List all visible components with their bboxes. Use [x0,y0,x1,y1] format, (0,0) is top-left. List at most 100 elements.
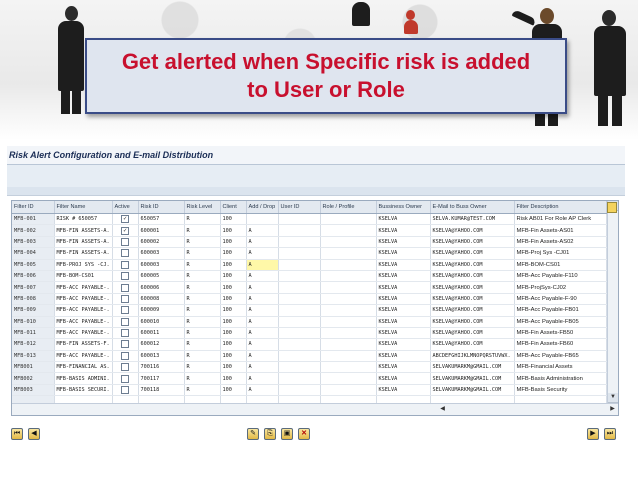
scroll-right-icon[interactable]: ▶ [608,405,617,414]
role-cell[interactable] [320,281,377,294]
role-cell[interactable] [320,384,377,397]
user-id-cell[interactable] [278,350,321,363]
filter-name-cell[interactable]: MFB-ACC PAYABLE-. [54,293,113,306]
role-cell[interactable] [320,293,377,306]
filter-name-cell[interactable]: MFB-ACC PAYABLE-. [54,327,113,340]
table-row[interactable]: MFB-011 MFB-ACC PAYABLE-. 600011 R 100 A KSELV… [12,327,607,340]
active-checkbox[interactable] [121,272,129,281]
risk-level-cell[interactable]: R [184,316,221,328]
client-cell[interactable]: 100 [220,361,247,374]
edit-button[interactable]: ✎ [247,428,259,440]
owner-cell[interactable]: KSELVA [376,372,431,385]
desc-cell[interactable]: MFB-Acc Payable-F-90 [514,293,607,306]
user-id-cell[interactable] [278,316,321,328]
risk-id-cell[interactable]: 600012 [138,338,185,351]
column-header[interactable]: Bussiness Owner [376,201,431,214]
filter-name-cell[interactable]: MFB-FINANCIAL AS. [54,361,113,374]
role-cell[interactable] [320,224,377,237]
vertical-scrollbar[interactable]: ▲ ▼ [607,201,618,403]
active-checkbox[interactable] [121,317,129,326]
active-cell[interactable] [112,361,139,374]
active-cell[interactable] [112,327,139,340]
add-drop-cell[interactable]: A [246,350,279,363]
add-drop-cell[interactable]: A [246,224,279,237]
add-drop-cell[interactable]: A [246,247,279,260]
risk-id-cell[interactable]: 700116 [138,361,185,374]
desc-cell[interactable]: MFB-Fin Assets-AS02 [514,236,607,249]
owner-cell[interactable]: KSELVA [376,304,431,317]
next-page-button[interactable]: ▶ [587,428,599,440]
desc-cell[interactable]: MFB-Acc Payable-FB05 [514,316,607,328]
active-cell[interactable] [112,384,139,397]
role-cell[interactable] [320,316,377,328]
add-drop-cell[interactable]: A [246,384,279,397]
add-drop-cell[interactable]: A [246,236,279,249]
email-cell[interactable]: KSELVA@YAHOO.COM [430,259,515,271]
user-id-cell[interactable] [278,281,321,294]
client-cell[interactable]: 100 [220,350,247,363]
role-cell[interactable] [320,259,377,271]
add-drop-cell[interactable]: A [246,304,279,317]
filter-id-cell[interactable]: MFB-002 [12,224,55,237]
copy-button[interactable]: ⎘ [264,428,276,440]
table-row[interactable]: MFB003 MFB-BASIS SECURI. 700118 R 100 A KSELVA… [12,384,607,397]
client-cell[interactable]: 100 [220,259,247,271]
client-cell[interactable]: 100 [220,316,247,328]
table-row[interactable]: MFB-003 MFB-FIN ASSETS-A. 600002 R 100 A KSELV… [12,236,607,249]
risk-level-cell[interactable]: R [184,350,221,363]
email-cell[interactable]: KSELVA@YAHOO.COM [430,316,515,328]
filter-id-cell[interactable]: MFB-001 [12,213,55,226]
active-cell[interactable]: ✓ [112,224,139,237]
filter-name-cell[interactable]: RISK # 650057 [54,213,113,226]
filter-id-cell[interactable]: MFB-004 [12,247,55,260]
user-id-cell[interactable] [278,384,321,397]
owner-cell[interactable]: KSELVA [376,270,431,283]
desc-cell[interactable]: MFB-Proj Sys -CJ01 [514,247,607,260]
risk-level-cell[interactable]: R [184,304,221,317]
risk-level-cell[interactable]: R [184,236,221,249]
filter-name-cell[interactable]: MFB-BOM-CS01 [54,270,113,283]
client-cell[interactable]: 100 [220,224,247,237]
role-cell[interactable] [320,372,377,385]
risk-id-cell[interactable]: 600013 [138,350,185,363]
email-cell[interactable]: KSELVA@YAHOO.COM [430,247,515,260]
risk-level-cell[interactable]: R [184,247,221,260]
user-id-cell[interactable] [278,224,321,237]
active-cell[interactable] [112,372,139,385]
user-id-cell[interactable] [278,247,321,260]
add-drop-cell[interactable]: A [246,327,279,340]
filter-name-cell[interactable]: MFB-FIN ASSETS-A. [54,224,113,237]
active-checkbox[interactable] [121,237,129,246]
table-row[interactable]: MFB-008 MFB-ACC PAYABLE-. 600008 R 100 A KSELV… [12,293,607,306]
active-cell[interactable] [112,316,139,328]
risk-level-cell[interactable]: R [184,338,221,351]
filter-name-cell[interactable]: MFB-ACC PAYABLE-. [54,281,113,294]
filter-name-cell[interactable]: MFB-FIN ASSETS-F. [54,338,113,351]
desc-cell[interactable]: MFB-Fin Assets-AS01 [514,224,607,237]
active-checkbox[interactable] [121,386,129,395]
owner-cell[interactable]: KSELVA [376,338,431,351]
column-header[interactable]: Risk ID [138,201,185,214]
column-header[interactable]: Role / Profile [320,201,377,214]
owner-cell[interactable]: KSELVA [376,213,431,226]
table-row[interactable]: MFB-007 MFB-ACC PAYABLE-. 600006 R 100 A KSELV… [12,281,607,294]
table-row[interactable]: MFB-012 MFB-FIN ASSETS-F. 600012 R 100 A KSELV… [12,338,607,351]
role-cell[interactable] [320,338,377,351]
user-id-cell[interactable] [278,293,321,306]
column-header[interactable]: E-Mail to Buss Owner [430,201,515,214]
filter-id-cell[interactable]: MFB003 [12,384,55,397]
owner-cell[interactable]: KSELVA [376,236,431,249]
active-cell[interactable] [112,293,139,306]
client-cell[interactable]: 100 [220,270,247,283]
desc-cell[interactable]: MFB-Acc Payable-F110 [514,270,607,283]
add-drop-cell[interactable]: A [246,372,279,385]
user-id-cell[interactable] [278,304,321,317]
column-header[interactable]: Filter Description [514,201,607,214]
client-cell[interactable]: 100 [220,293,247,306]
active-cell[interactable] [112,247,139,260]
table-row[interactable]: MFB-010 MFB-ACC PAYABLE-. 600010 R 100 A KSELV… [12,316,607,328]
owner-cell[interactable]: KSELVA [376,361,431,374]
active-cell[interactable] [112,338,139,351]
role-cell[interactable] [320,327,377,340]
add-drop-cell[interactable]: A [246,361,279,374]
